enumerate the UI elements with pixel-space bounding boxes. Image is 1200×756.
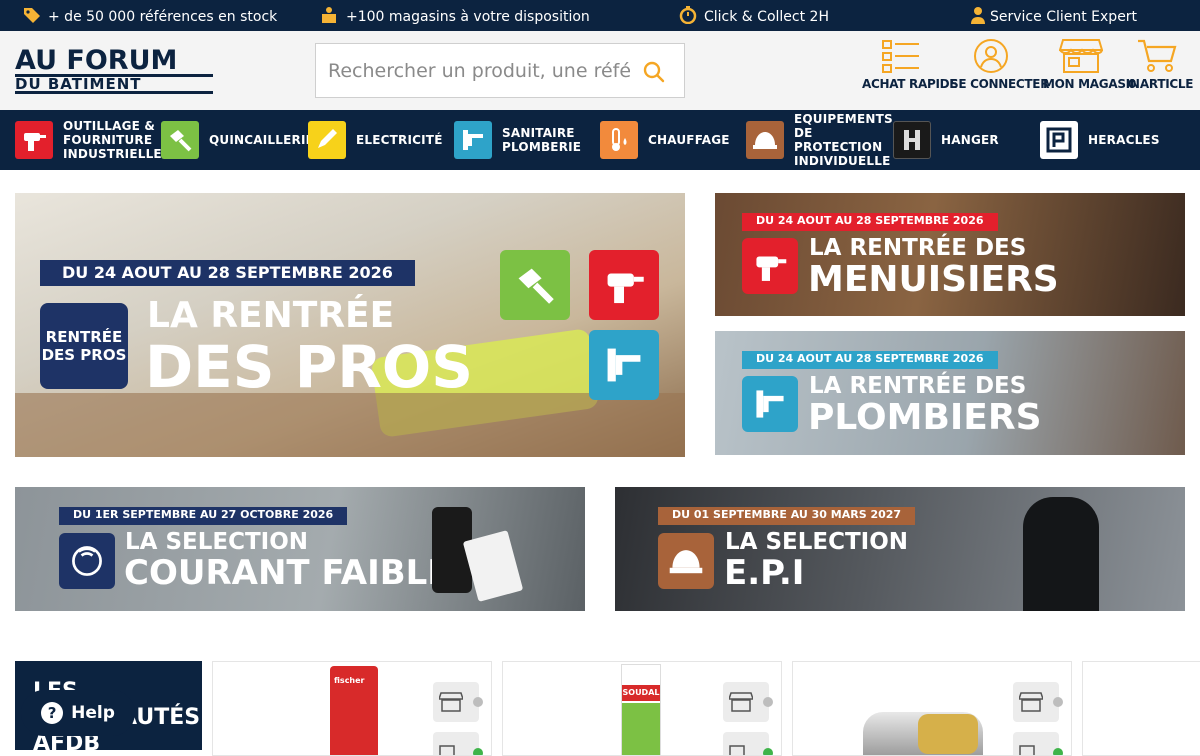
- nav-item-chauffage[interactable]: CHAUFFAGE: [600, 110, 730, 170]
- search-box: [315, 43, 685, 98]
- delivery-indicator: [473, 748, 483, 755]
- product-image: SOUDAL: [621, 664, 661, 755]
- nav-item-quincaillerie[interactable]: QUINCAILLERIE: [161, 110, 314, 170]
- drill-icon: [742, 238, 798, 294]
- stores-info: +100 magasins à votre disposition: [320, 6, 590, 28]
- hanger-logo-icon: [893, 121, 931, 159]
- shop-icon: [439, 692, 463, 712]
- shop-icon: [1059, 39, 1103, 73]
- nav-item-epi[interactable]: EQUIPEMENTS DE PROTECTION INDIVIDUELLE: [746, 110, 893, 170]
- top-info-bar: + de 50 000 références en stock +100 mag…: [0, 0, 1200, 31]
- store-person-icon: [320, 6, 340, 28]
- drill-icon: [15, 121, 53, 159]
- nav-item-outillage[interactable]: OUTILLAGE & FOURNITURE INDUSTRIELLE: [15, 110, 162, 170]
- search-icon[interactable]: [642, 60, 666, 84]
- banner-rentree-menuisiers[interactable]: DU 24 AOUT AU 28 SEPTEMBRE 2026 LA RENTR…: [715, 193, 1185, 316]
- workbench-illustration: [15, 393, 685, 457]
- user-circle-icon: [974, 39, 1008, 73]
- list-icon: [882, 40, 919, 73]
- product-card[interactable]: SOUDAL: [502, 661, 782, 756]
- faucet-icon: [589, 330, 659, 400]
- banner-rentree-pros[interactable]: DU 24 AOUT AU 28 SEPTEMBRE 2026 RENTRÉE …: [15, 193, 685, 457]
- quick-buy-button[interactable]: ACHAT RAPIDE: [862, 37, 958, 99]
- stock-indicator: [1053, 697, 1063, 707]
- tag-icon: [22, 6, 42, 28]
- hammer-icon: [161, 121, 199, 159]
- product-card[interactable]: [1082, 661, 1200, 756]
- login-button[interactable]: SE CONNECTER: [950, 37, 1049, 99]
- shop-icon: [729, 692, 753, 712]
- search-input[interactable]: [328, 58, 630, 84]
- intercom-icon: [59, 533, 115, 589]
- product-card[interactable]: fischer: [212, 661, 492, 756]
- truck-icon: [439, 745, 455, 755]
- help-button[interactable]: ? Help: [21, 690, 135, 736]
- product-image: fischer: [330, 666, 378, 755]
- banner-courant-faible[interactable]: DU 1ER SEPTEMBRE AU 27 OCTOBRE 2026 LA S…: [15, 487, 585, 611]
- truck-icon: [729, 745, 745, 755]
- stock-info: + de 50 000 références en stock: [22, 6, 277, 28]
- faucet-icon: [742, 376, 798, 432]
- faucet-icon: [454, 121, 492, 159]
- truck-icon: [1019, 745, 1035, 755]
- cart-icon: [1138, 39, 1177, 72]
- category-nav: OUTILLAGE & FOURNITURE INDUSTRIELLE QUIN…: [0, 110, 1200, 170]
- delivery-indicator: [763, 748, 773, 755]
- hammer-icon: [500, 250, 570, 320]
- user-icon: [968, 6, 988, 28]
- customer-service-info: Service Client Expert: [968, 6, 1137, 28]
- thermometer-icon: [600, 121, 638, 159]
- header: AU FORUM DU BATIMENT ACHAT RAPIDE SE CON…: [0, 31, 1200, 110]
- stock-indicator: [763, 697, 773, 707]
- rentree-badge: RENTRÉE DES PROS: [40, 303, 128, 389]
- nav-item-electricite[interactable]: ELECTRICITÉ: [308, 110, 443, 170]
- shop-icon: [1019, 692, 1043, 712]
- heracles-logo-icon: [1040, 121, 1078, 159]
- delivery-indicator: [1053, 748, 1063, 755]
- product-card[interactable]: [792, 661, 1072, 756]
- helmet-icon: [658, 533, 714, 589]
- helmet-icon: [746, 121, 784, 159]
- stock-indicator: [473, 697, 483, 707]
- help-icon: ?: [41, 702, 64, 724]
- site-logo[interactable]: AU FORUM DU BATIMENT: [15, 47, 215, 98]
- drill-icon: [589, 250, 659, 320]
- banner-rentree-plombiers[interactable]: DU 24 AOUT AU 28 SEPTEMBRE 2026 LA RENTR…: [715, 331, 1185, 455]
- nav-item-sanitaire[interactable]: SANITAIRE PLOMBERIE: [454, 110, 581, 170]
- worker-illustration: [1023, 497, 1099, 611]
- nav-item-hanger[interactable]: HANGER: [893, 110, 999, 170]
- click-collect-info: Click & Collect 2H: [678, 6, 829, 28]
- nav-item-heracles[interactable]: HERACLES: [1040, 110, 1160, 170]
- banner-selection-epi[interactable]: DU 01 SEPTEMBRE AU 30 MARS 2027 LA SELEC…: [615, 487, 1185, 611]
- pencil-icon: [308, 121, 346, 159]
- my-store-button[interactable]: MON MAGASIN: [1043, 37, 1140, 99]
- cart-button[interactable]: 0 ARTICLE: [1128, 37, 1193, 99]
- stopwatch-icon: [678, 6, 698, 28]
- access-card-illustration: [462, 530, 524, 602]
